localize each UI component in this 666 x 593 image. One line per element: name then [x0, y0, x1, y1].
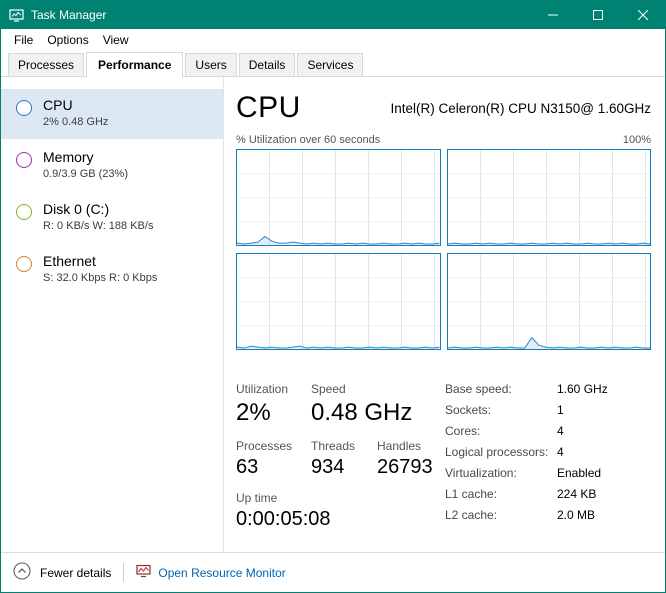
threads-label: Threads [311, 439, 356, 453]
utilization-value: 2% [236, 399, 271, 426]
menu-view[interactable]: View [96, 31, 136, 49]
tab-performance[interactable]: Performance [86, 52, 184, 78]
cpu-core-graph-1[interactable] [236, 149, 441, 246]
footer-bar: Fewer details Open Resource Monitor [1, 552, 665, 592]
sidebar-item-detail: S: 32.0 Kbps R: 0 Kbps [43, 272, 158, 284]
graph-caption-row: % Utilization over 60 seconds 100% [236, 134, 651, 146]
spec-row-sockets: Sockets: 1 [445, 403, 564, 417]
cpu-model-name: Intel(R) Celeron(R) CPU N3150@ 1.60GHz [390, 100, 651, 116]
cpu-core-graph-4[interactable] [446, 253, 651, 350]
cpu-core-graph-2[interactable] [446, 149, 651, 246]
tab-details[interactable]: Details [238, 53, 296, 77]
menubar: File Options View [1, 29, 665, 51]
minimize-button[interactable] [530, 1, 575, 29]
close-button[interactable] [620, 1, 665, 29]
sidebar-item-name: Memory [43, 149, 94, 165]
performance-content: CPU 2% 0.48 GHz Memory 0.9/3.9 GB (23%) … [1, 77, 665, 552]
fewer-details-label: Fewer details [40, 565, 112, 580]
titlebar[interactable]: Task Manager [1, 1, 665, 29]
spec-row-cores: Cores: 4 [445, 424, 564, 438]
sidebar-item-name: Disk 0 (C:) [43, 201, 110, 217]
spec-row-virtualization: Virtualization: Enabled [445, 466, 602, 480]
handles-label: Handles [377, 439, 422, 453]
disk-mini-graph-icon [16, 204, 32, 220]
uptime-label: Up time [236, 491, 278, 505]
handles-value: 26793 [377, 456, 433, 478]
spec-row-l1-cache: L1 cache: 224 KB [445, 487, 597, 501]
speed-value: 0.48 GHz [311, 399, 413, 426]
sidebar-item-detail: R: 0 KB/s W: 188 KB/s [43, 220, 154, 232]
sidebar-item-disk[interactable]: Disk 0 (C:) R: 0 KB/s W: 188 KB/s [1, 193, 223, 243]
task-manager-window: Task Manager File Options View Processes… [0, 0, 666, 593]
menu-file[interactable]: File [7, 31, 40, 49]
cpu-stats: Utilization Speed 2% 0.48 GHz Processes … [236, 370, 651, 531]
open-resource-monitor-link[interactable]: Open Resource Monitor [136, 564, 286, 581]
sidebar-item-detail: 2% 0.48 GHz [43, 116, 109, 128]
uptime-value: 0:00:05:08 [236, 508, 331, 530]
sidebar-item-name: CPU [43, 97, 73, 113]
footer-divider [123, 563, 125, 582]
spec-row-base-speed: Base speed: 1.60 GHz [445, 382, 608, 396]
tab-users[interactable]: Users [185, 53, 237, 77]
maximize-button[interactable] [575, 1, 620, 29]
graph-max-label: 100% [622, 134, 651, 146]
processes-value: 63 [236, 456, 259, 478]
cpu-header: CPU Intel(R) Celeron(R) CPU N3150@ 1.60G… [236, 91, 651, 125]
speed-label: Speed [311, 382, 346, 396]
open-resource-monitor-label: Open Resource Monitor [158, 565, 286, 580]
chevron-up-circle-icon [13, 562, 31, 583]
sidebar-item-cpu[interactable]: CPU 2% 0.48 GHz [1, 89, 223, 139]
cpu-stats-dynamic: Utilization Speed 2% 0.48 GHz Processes … [236, 370, 445, 531]
ethernet-mini-graph-icon [16, 256, 32, 272]
cpu-mini-graph-icon [16, 100, 32, 116]
processes-label: Processes [236, 439, 293, 453]
memory-mini-graph-icon [16, 152, 32, 168]
sidebar-item-ethernet[interactable]: Ethernet S: 32.0 Kbps R: 0 Kbps [1, 245, 223, 295]
tab-services[interactable]: Services [297, 53, 364, 77]
performance-sidebar: CPU 2% 0.48 GHz Memory 0.9/3.9 GB (23%) … [1, 77, 223, 552]
spec-row-l2-cache: L2 cache: 2.0 MB [445, 508, 596, 522]
resource-monitor-icon [136, 564, 151, 581]
fewer-details-button[interactable]: Fewer details [13, 562, 111, 583]
threads-value: 934 [311, 456, 345, 478]
task-manager-app-icon [9, 8, 24, 22]
window-title: Task Manager [31, 8, 107, 22]
cpu-main-pane: CPU Intel(R) Celeron(R) CPU N3150@ 1.60G… [224, 77, 665, 552]
graph-caption: % Utilization over 60 seconds [236, 134, 381, 146]
cpu-specs: Base speed: 1.60 GHz Sockets: 1 Cores: 4… [445, 370, 608, 531]
cpu-title: CPU [236, 91, 301, 124]
tab-processes[interactable]: Processes [8, 53, 85, 77]
cpu-core-graphs [236, 149, 651, 350]
sidebar-item-detail: 0.9/3.9 GB (23%) [43, 168, 128, 180]
window-controls [530, 1, 665, 29]
sidebar-item-memory[interactable]: Memory 0.9/3.9 GB (23%) [1, 141, 223, 191]
utilization-label: Utilization [236, 382, 289, 396]
cpu-core-graph-3[interactable] [236, 253, 441, 350]
spec-row-logical-processors: Logical processors: 4 [445, 445, 564, 459]
menu-options[interactable]: Options [40, 31, 95, 49]
sidebar-item-name: Ethernet [43, 253, 96, 269]
tab-strip: Processes Performance Users Details Serv… [1, 51, 665, 78]
